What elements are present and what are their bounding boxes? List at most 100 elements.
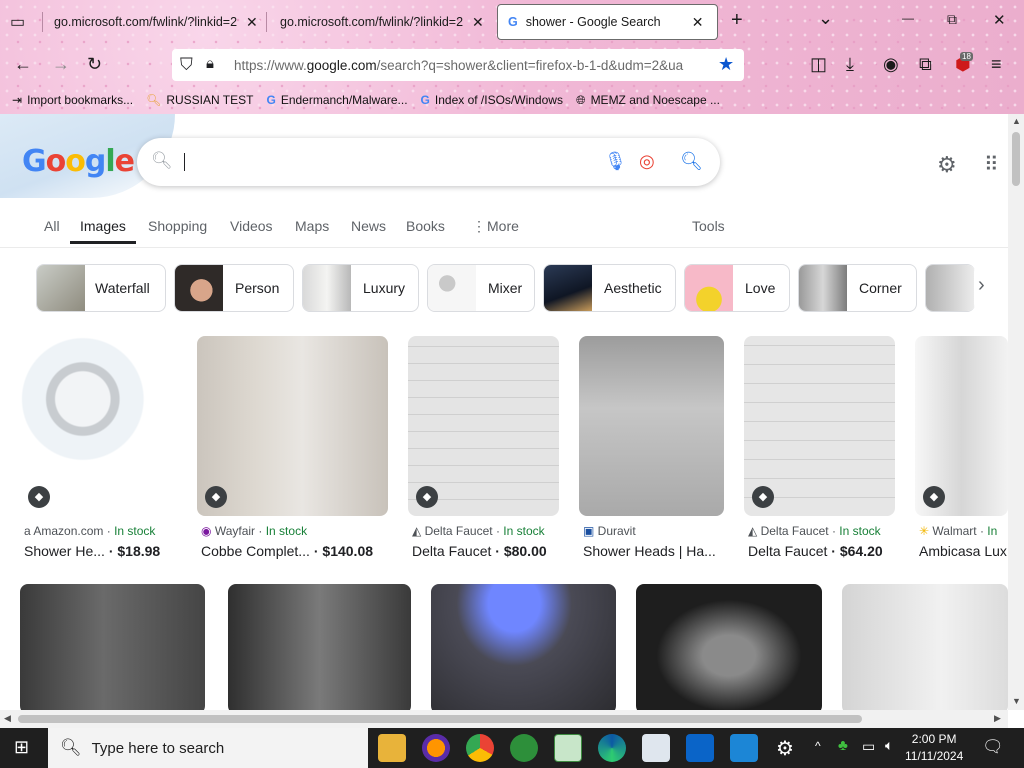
frog-app-icon[interactable]	[510, 734, 538, 762]
search-box[interactable]: 🔍︎ 🎙︎ ◎ 🔍︎	[137, 138, 720, 186]
result-image-5[interactable]: ◆	[744, 336, 895, 516]
result-image-8[interactable]	[228, 584, 411, 710]
result-image-2[interactable]: ◆	[197, 336, 388, 516]
task-manager-icon[interactable]	[554, 734, 582, 762]
tab-books[interactable]: Books	[406, 218, 445, 234]
search-submit-icon[interactable]: 🔍︎	[680, 151, 703, 172]
tab-all[interactable]: All	[44, 218, 60, 234]
bookmark-item[interactable]: 🌐︎ MEMZ and Noescape ...	[576, 93, 720, 108]
notifications-icon[interactable]: 🗨︎	[982, 737, 1004, 757]
chip-corner[interactable]: Corner	[798, 264, 917, 312]
voice-search-icon[interactable]: 🎙︎	[604, 151, 627, 172]
taskbar-search-box[interactable]: 🔍︎ Type here to search	[48, 728, 368, 768]
result-source[interactable]: a Amazon.com · In stock	[24, 524, 155, 538]
settings-gear-icon[interactable]: ⚙	[937, 152, 957, 178]
scroll-up-icon[interactable]: ▲	[1012, 116, 1021, 126]
result-source[interactable]: ◉ Wayfair · In stock	[201, 524, 307, 538]
reload-icon[interactable]: ↻	[87, 54, 102, 75]
firefox-icon[interactable]	[422, 734, 450, 762]
result-image-3[interactable]: ◆	[408, 336, 559, 516]
result-image-6[interactable]: ◆	[915, 336, 1008, 516]
scroll-right-icon[interactable]: ▶	[994, 713, 1001, 724]
new-tab-button[interactable]: +	[731, 9, 743, 32]
result-source[interactable]: ◭ Delta Faucet · In stock	[748, 524, 881, 538]
chip-person[interactable]: Person	[174, 264, 294, 312]
lens-icon[interactable]: ◎	[639, 151, 655, 172]
control-panel-icon[interactable]	[642, 734, 670, 762]
windows-tiles-icon[interactable]	[686, 734, 714, 762]
result-title[interactable]: Delta Faucet · $64.20	[748, 543, 883, 559]
tab-active[interactable]: G shower - Google Search ✕	[497, 4, 718, 40]
result-title[interactable]: Shower Heads | Ha...	[583, 543, 716, 559]
apps-grid-icon[interactable]: ⠿	[984, 152, 999, 177]
tab-close-icon[interactable]: ✕	[472, 14, 484, 31]
chip-waterfall[interactable]: Waterfall	[36, 264, 166, 312]
result-source[interactable]: ◭ Delta Faucet · In stock	[412, 524, 545, 538]
horizontal-scrollbar[interactable]: ◀ ▶	[0, 710, 1008, 728]
chip-love[interactable]: Love	[684, 264, 790, 312]
tray-app-icon[interactable]: ♣	[838, 737, 848, 754]
forward-icon[interactable]: →	[52, 54, 70, 75]
chip-aesthetic[interactable]: Aesthetic	[543, 264, 676, 312]
menu-icon[interactable]: ≡	[991, 54, 1002, 75]
scroll-down-icon[interactable]: ▼	[1012, 696, 1021, 706]
horizontal-scroll-thumb[interactable]	[18, 715, 862, 723]
settings-gear-icon[interactable]: ⚙	[776, 736, 794, 761]
vertical-scrollbar[interactable]: ▲ ▼	[1008, 114, 1024, 710]
result-title[interactable]: Shower He... · $18.98	[24, 543, 160, 559]
system-clock[interactable]: 2:00 PM 11/11/2024	[905, 731, 963, 765]
tab-list-chevron-icon[interactable]: ⌄	[818, 8, 833, 29]
tab-more[interactable]: More	[487, 218, 519, 234]
vertical-scroll-thumb[interactable]	[1012, 132, 1020, 186]
network-icon[interactable]: ▭	[862, 738, 875, 755]
volume-icon[interactable]: 🔈︎	[885, 737, 893, 754]
chip-partial[interactable]	[925, 264, 975, 312]
bookmark-star-icon[interactable]: ★	[718, 54, 734, 75]
window-close-button[interactable]: ✕	[993, 11, 1006, 29]
bookmark-item[interactable]: 🔍︎ RUSSIAN TEST	[146, 93, 253, 107]
result-title[interactable]: Cobbe Complet... · $140.08	[201, 543, 373, 559]
lock-icon[interactable]: 🔒︎	[206, 55, 214, 72]
tools-button[interactable]: Tools	[692, 218, 725, 234]
google-logo[interactable]: Google	[22, 144, 135, 179]
bookmark-item[interactable]: ⇥ Import bookmarks...	[12, 93, 133, 107]
result-image-9[interactable]	[431, 584, 616, 710]
restore-button[interactable]: ⧉	[947, 11, 957, 28]
tab-close-icon[interactable]: ✕	[246, 14, 258, 31]
url-text[interactable]: https://www.google.com/search?q=shower&c…	[234, 58, 712, 73]
result-image-10[interactable]	[636, 584, 822, 710]
tab-shopping[interactable]: Shopping	[148, 218, 207, 234]
result-image-4[interactable]	[579, 336, 724, 516]
account-icon[interactable]: ◉	[883, 54, 899, 75]
tab-images[interactable]: Images	[80, 218, 126, 234]
result-image-11[interactable]	[842, 584, 1008, 710]
windows-start-icon[interactable]: ⊞	[14, 737, 29, 758]
chrome-icon[interactable]	[466, 734, 494, 762]
result-image-7[interactable]	[20, 584, 205, 710]
tab-2[interactable]: go.microsoft.com/fwlink/?linkid=2 ✕	[270, 4, 494, 40]
bookmark-item[interactable]: G Index of /ISOs/Windows	[421, 93, 563, 107]
chip-luxury[interactable]: Luxury	[302, 264, 419, 312]
tab-1[interactable]: go.microsoft.com/fwlink/?linkid=2 ✕	[44, 4, 268, 40]
edge-icon[interactable]	[598, 734, 626, 762]
chevron-right-icon[interactable]: ›	[978, 274, 985, 297]
result-title[interactable]: Ambicasa Lux	[919, 543, 1007, 559]
file-explorer-icon[interactable]	[378, 734, 406, 762]
result-image-1[interactable]: ◆	[20, 336, 177, 516]
address-bar[interactable]: ⛉ 🔒︎ https://www.google.com/search?q=sho…	[172, 49, 744, 81]
more-vertical-icon[interactable]: ⋮	[472, 218, 486, 235]
bookmark-item[interactable]: G Endermanch/Malware...	[266, 93, 407, 107]
health-app-icon[interactable]	[730, 734, 758, 762]
chip-mixer[interactable]: Mixer	[427, 264, 535, 312]
tab-news[interactable]: News	[351, 218, 386, 234]
firefox-view-icon[interactable]: ▭	[10, 12, 25, 32]
shield-icon[interactable]: ⛉	[180, 55, 193, 75]
result-source[interactable]: ✳ Walmart · In	[919, 524, 997, 538]
result-title[interactable]: Delta Faucet · $80.00	[412, 543, 547, 559]
scroll-left-icon[interactable]: ◀	[4, 713, 11, 724]
back-icon[interactable]: ←	[14, 54, 32, 75]
extensions-icon[interactable]: ⧉	[919, 54, 932, 75]
search-input[interactable]	[187, 152, 587, 172]
downloads-icon[interactable]: ⤓	[846, 54, 854, 75]
tray-chevron-up-icon[interactable]: ^	[815, 739, 821, 753]
